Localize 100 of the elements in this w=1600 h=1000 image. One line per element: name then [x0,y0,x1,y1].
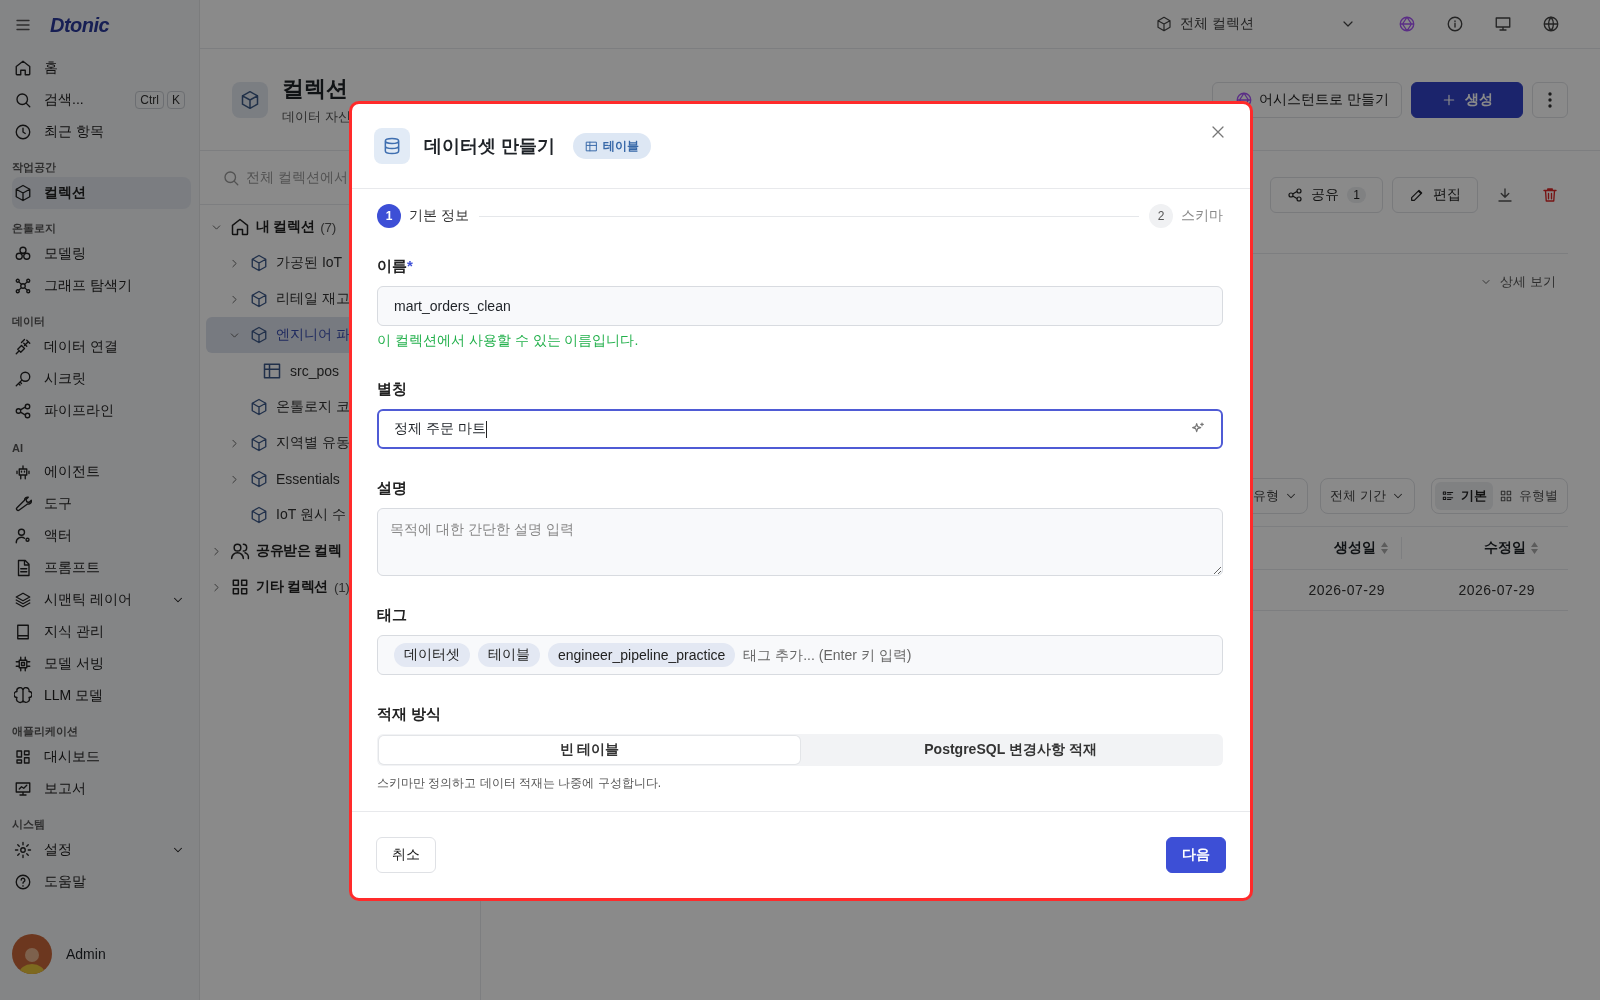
type-badge: 테이블 [573,133,651,159]
column-header[interactable]: 수정일 [1484,539,1526,557]
nav-item[interactable]: 모델 서빙 [12,648,191,680]
field-label: 별칭 [377,380,407,399]
detail-toggle[interactable]: 상세 보기 [1480,254,1568,310]
nav-item[interactable]: 액터 [12,520,191,552]
create-button[interactable]: 생성 [1411,81,1523,118]
database-icon [382,136,402,156]
monitor-icon [1494,15,1512,33]
view-toggle[interactable]: 기본 [1435,482,1493,510]
share-icon [1287,187,1304,203]
wrench-icon [14,495,32,513]
segment-option[interactable]: 빈 테이블 [379,736,800,764]
brain-icon [14,687,32,705]
user-name: Admin [66,946,106,962]
cube-icon [250,254,268,272]
section-label: 데이터 [12,314,46,329]
cancel-button[interactable]: 취소 [376,837,436,873]
helper-text: 스키마만 정의하고 데이터 적재는 나중에 구성합니다. [377,775,662,792]
nodes-icon [14,277,32,295]
nav-item[interactable]: 시맨틱 레이어 [12,584,191,616]
nav-item[interactable]: 설정 [12,834,191,866]
tag-chip[interactable]: engineer_pipeline_practice [548,643,736,667]
key-icon [14,370,32,388]
nav-item[interactable]: 그래프 탐색기 [12,270,191,302]
share-button[interactable]: 공유 1 [1270,177,1383,213]
info-icon [1446,15,1464,33]
trash-icon [1541,186,1559,204]
help-icon [14,873,32,891]
list-icon [1441,489,1455,503]
table-icon [262,361,282,381]
page-subtitle: 데이터 자신 [282,107,351,126]
description-field[interactable]: 목적에 대한 간단한 설명 입력 [377,508,1223,576]
field-label: 적재 방식 [377,705,442,724]
section-label: 온톨로지 [12,221,57,236]
settings-icon [14,841,32,859]
nav-item[interactable]: 홈 [12,52,191,84]
cube-icon [14,184,32,202]
search-icon [14,91,32,109]
column-header[interactable]: 생성일 [1334,539,1376,557]
nav-item[interactable]: 도구 [12,488,191,520]
edit-icon [1409,187,1425,203]
edit-button[interactable]: 편집 [1392,177,1478,213]
page-title: 컬렉션 [282,74,349,103]
tag-chip[interactable]: 데이터셋 [394,643,470,667]
nav-item[interactable]: 최근 항목 [12,116,191,148]
cube-icon [250,470,268,488]
nav-item[interactable]: 대시보드 [12,741,191,773]
step: 2 스키마 [1149,204,1223,228]
nav-item[interactable]: LLM 모델 [12,680,191,712]
alias-field[interactable]: 정제 주문 마트 [377,409,1223,449]
nav-item[interactable]: 검색... Ctrl K [12,84,191,116]
nav-item[interactable]: 파이프라인 [12,395,191,427]
required-mark: * [407,257,413,276]
key-hint: K [167,91,185,109]
grid-icon [1499,489,1513,503]
nav-item[interactable]: 시크릿 [12,363,191,395]
globe-icon [1542,15,1560,33]
layers-icon [14,591,32,609]
nav-item[interactable]: 컬렉션 [12,177,191,209]
avatar[interactable] [12,934,52,974]
more-button[interactable] [1532,81,1568,118]
next-button[interactable]: 다음 [1166,837,1226,873]
assistant-button[interactable]: 어시스턴트로 만들기 [1212,81,1402,118]
logo[interactable]: Dtonic [50,13,110,37]
tags-field[interactable]: 데이터셋 테이블 engineer_pipeline_practice 태그 추가... (Enter 키 입력) [377,635,1223,675]
section-label: 시스템 [12,817,46,832]
view-toggle[interactable]: 유형별 [1493,482,1564,510]
nav-item[interactable]: 에이전트 [12,456,191,488]
nav-item[interactable]: 데이터 연결 [12,331,191,363]
cube-icon [240,89,260,110]
cube-icon [250,434,268,452]
nav-item[interactable]: 모델링 [12,238,191,270]
name-field[interactable]: mart_orders_clean [377,286,1223,326]
nav-item[interactable]: 프롬프트 [12,552,191,584]
share-count: 1 [1347,187,1366,203]
plug-icon [14,338,32,356]
nav-item[interactable]: 보고서 [12,773,191,805]
clock-icon [14,123,32,141]
cube-icon [1156,16,1172,32]
table-cell-text: 2026-07-29 [1457,582,1536,598]
user-gear-icon [14,527,32,545]
collection-selector[interactable]: 전체 컬렉션 [1156,15,1356,33]
segment-option[interactable]: PostgreSQL 변경사항 적재 [800,736,1221,764]
circles-icon [14,245,32,263]
globe-orb-icon [1398,15,1416,33]
cube-icon [250,290,268,308]
dialog-title: 데이터셋 만들기 [424,135,555,158]
section-label: 작업공간 [12,160,57,175]
cube-icon [250,398,268,416]
nav-item[interactable]: 도움말 [12,866,191,898]
sort-icon[interactable] [1530,541,1539,555]
book-icon [14,623,32,641]
sort-icon[interactable] [1380,541,1389,555]
cube-icon [250,506,268,524]
nav-item[interactable]: 지식 관리 [12,616,191,648]
table-icon [585,139,598,153]
filter-dropdown[interactable]: 전체 기간 [1320,478,1415,514]
step: 1 기본 정보 [377,204,469,228]
tag-chip[interactable]: 테이블 [478,643,540,667]
